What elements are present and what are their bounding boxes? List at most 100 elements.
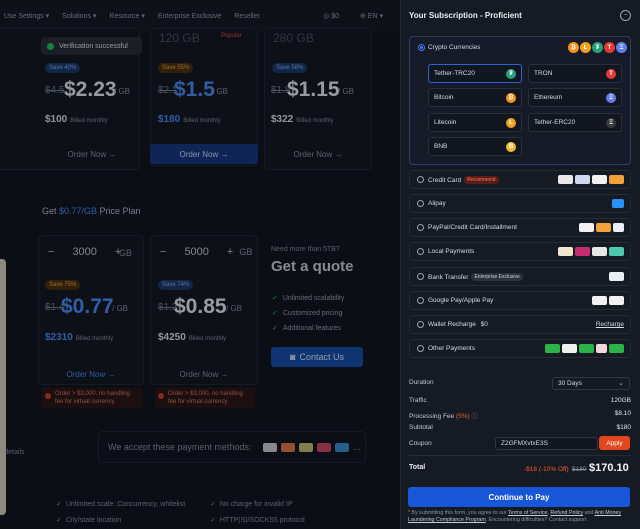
- plus-button[interactable]: +: [227, 246, 233, 258]
- radio-button[interactable]: [417, 273, 424, 280]
- warning-icon: [45, 393, 51, 399]
- grab-icon: [609, 344, 624, 353]
- coin-name: Tether-ERC20: [534, 119, 576, 126]
- fee-row: Processing Fee (5%) ⓘ $8.10: [409, 410, 631, 420]
- original-price: $180: [572, 466, 587, 473]
- coin-option-tether-trc20[interactable]: Tether-TRC20 ₮: [428, 64, 522, 83]
- minus-button[interactable]: −: [160, 246, 166, 258]
- continue-to-pay-button[interactable]: Continue to Pay: [408, 487, 630, 507]
- plan-price: $0.77/GB: [59, 206, 98, 216]
- order-now-button[interactable]: Order Now →: [264, 144, 372, 164]
- order-now-button[interactable]: Order Now →: [150, 364, 258, 384]
- nav-item-enterprise[interactable]: Enterprise Exclusive: [158, 13, 221, 20]
- contact-label: Contact Us: [299, 352, 344, 362]
- nav-item-use-settings[interactable]: Use Settings ▾: [4, 12, 49, 20]
- quantity-stepper[interactable]: − 3000 +: [48, 246, 121, 258]
- radio-button[interactable]: [417, 176, 424, 183]
- quantity-value[interactable]: 3000: [72, 246, 96, 258]
- order-now-button[interactable]: Order Now →: [150, 144, 258, 164]
- order-now-button[interactable]: Order Now →: [38, 364, 144, 384]
- radio-button[interactable]: [417, 248, 424, 255]
- coin-option-litecoin[interactable]: Litecoin Ł: [428, 113, 522, 132]
- coin-option-ethereum[interactable]: Ethereum Ξ: [528, 88, 622, 107]
- price-value: $1.15: [287, 78, 340, 101]
- language-selector[interactable]: ⊕ EN ▾: [360, 12, 383, 20]
- mastercard-icon: [596, 223, 611, 232]
- local-pay-icon: [609, 247, 624, 256]
- ethereum-icon: Ξ: [606, 93, 616, 103]
- payment-option-other[interactable]: Other Payments: [409, 339, 631, 358]
- terms-of-service-link[interactable]: Terms of Service: [508, 510, 547, 516]
- coin-option-bnb[interactable]: BNB B: [428, 137, 522, 156]
- crypto-payment-option[interactable]: Crypto Currencies ₿ Ł ₮ T Ξ Tether-TRC20…: [409, 36, 631, 165]
- plan-title: Get $0.77/GB Price Plan: [42, 206, 141, 216]
- bottom-feature: ✓ HTTP(S)/SOCKS5 protocol: [210, 516, 305, 524]
- payment-option-google-apple-pay[interactable]: Google Pay/Apple Pay: [409, 291, 631, 310]
- chevron-down-icon: ⌄: [618, 380, 624, 387]
- radio-button[interactable]: [417, 321, 424, 328]
- quantity-stepper[interactable]: − 5000 + GB: [160, 246, 252, 258]
- price-value: $0.85: [174, 295, 227, 318]
- bottom-feature: ✓ Unlimited scale: Concurrency, whitelist: [56, 500, 185, 508]
- duration-value: 30 Days: [558, 380, 582, 387]
- contact-us-button[interactable]: ◙ Contact Us: [271, 347, 363, 367]
- radio-button[interactable]: [417, 297, 424, 304]
- price-value: $1.5: [174, 78, 215, 101]
- nav-item-reseller[interactable]: Reseller: [234, 13, 260, 20]
- refund-policy-link[interactable]: Refund Policy: [550, 510, 583, 516]
- coin-option-bitcoin[interactable]: Bitcoin ₿: [428, 88, 522, 107]
- page: { "nav": { "items": ["Use Settings ▾", "…: [0, 0, 640, 529]
- price-unit: / GB: [212, 87, 229, 96]
- option-label: PayPal/Credit Card/Installment: [428, 224, 517, 231]
- crypto-label: Crypto Currencies: [428, 44, 481, 51]
- chat-icon: ◙: [290, 352, 296, 362]
- payment-option-credit-card[interactable]: Credit Card Recommend: [409, 170, 631, 189]
- payment-option-alipay[interactable]: Alipay: [409, 194, 631, 213]
- close-icon[interactable]: −: [620, 10, 631, 21]
- local-pay-icon: [592, 247, 607, 256]
- save-badge: Save 74%: [158, 280, 194, 290]
- grab-icon: [545, 344, 560, 353]
- terms-suffix: . Encountering difficulties? Contact sup…: [485, 517, 587, 523]
- billed-note: Billed monthly: [70, 118, 108, 124]
- nav-item-solutions[interactable]: Solutions ▾: [62, 12, 96, 20]
- coupon-input[interactable]: Z2GFMXvtxE3S: [495, 437, 598, 450]
- radio-button[interactable]: [417, 200, 424, 207]
- local-pay-icon: [558, 247, 573, 256]
- option-label: Credit Card Recommend: [428, 176, 499, 184]
- balance-display[interactable]: ◎ $0: [323, 12, 339, 20]
- coin-option-tron[interactable]: TRON T: [528, 64, 622, 83]
- radio-button[interactable]: [417, 224, 424, 231]
- option-text: Wallet Recharge: [428, 321, 476, 328]
- apply-coupon-button[interactable]: Apply: [599, 436, 630, 450]
- discount-text: -$18 (-10% Off): [524, 466, 569, 473]
- payment-option-paypal[interactable]: PayPal/Credit Card/Installment: [409, 218, 631, 237]
- radio-button[interactable]: [417, 345, 424, 352]
- check-icon: ✓: [272, 325, 278, 332]
- info-icon[interactable]: ⓘ: [472, 413, 479, 420]
- paypal-icon: [613, 223, 624, 232]
- payment-option-bank-transfer[interactable]: Bank Transfer Enterprise Exclusive: [409, 267, 631, 286]
- crypto-radio[interactable]: [418, 44, 425, 51]
- bnb-icon: B: [506, 142, 516, 152]
- notice-text: Order > $3,000, no handling fee for virt…: [168, 391, 243, 405]
- billed-value: $2310: [45, 332, 73, 343]
- coin-option-tether-erc20[interactable]: Tether-ERC20 Ξ: [528, 113, 622, 132]
- traffic-label: Traffic: [409, 397, 427, 404]
- unionpay-icon: [317, 442, 332, 452]
- order-now-button[interactable]: Order Now →: [40, 144, 144, 164]
- side-image-strip: [0, 259, 6, 515]
- payment-option-wallet[interactable]: Wallet Recharge $0 Recharge: [409, 315, 631, 334]
- language-value: EN: [367, 13, 378, 20]
- bank-icon: [609, 272, 624, 281]
- minus-button[interactable]: −: [48, 246, 54, 258]
- panel-title: Your Subscription - Proficient: [409, 11, 522, 20]
- payment-option-local[interactable]: Local Payments: [409, 242, 631, 261]
- recharge-link[interactable]: Recharge: [596, 321, 624, 328]
- quantity-value[interactable]: 5000: [184, 246, 208, 258]
- nav-item-resource[interactable]: Resource ▾: [109, 12, 144, 20]
- duration-select[interactable]: 30 Days ⌄: [552, 377, 630, 390]
- option-text: Bank Transfer: [428, 274, 469, 281]
- save-badge: Save 58%: [272, 63, 308, 73]
- google-pay-icon: [592, 296, 607, 305]
